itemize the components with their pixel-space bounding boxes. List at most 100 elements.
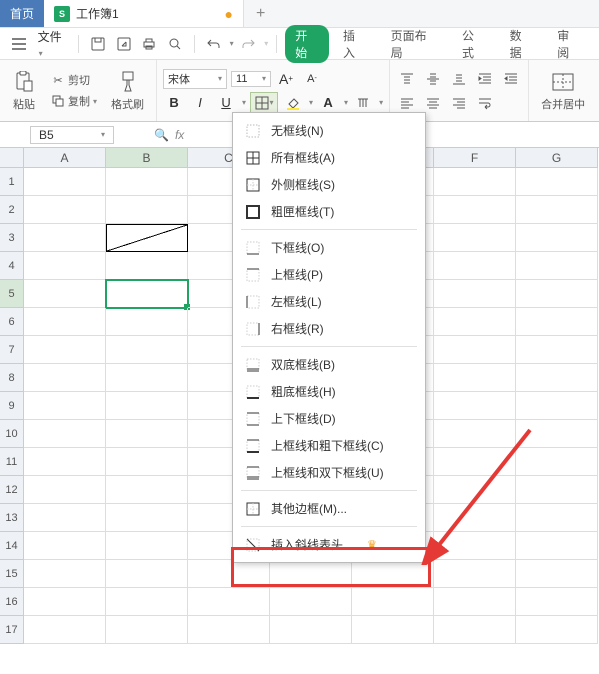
column-header[interactable]: B [106,148,188,168]
cell[interactable] [516,280,598,308]
row-header[interactable]: 10 [0,420,24,448]
cell[interactable] [352,560,434,588]
cell[interactable] [106,336,188,364]
decrease-font-button[interactable]: A- [301,68,323,90]
cell[interactable] [24,168,106,196]
cut-button[interactable]: ✂剪切 [46,70,101,90]
cell[interactable] [434,476,516,504]
borders-button[interactable]: ▾ [250,92,278,114]
cell[interactable] [516,448,598,476]
cell[interactable] [434,364,516,392]
cell[interactable] [352,616,434,644]
align-right-button[interactable] [448,92,470,114]
wrap-text-button[interactable] [474,92,496,114]
row-header[interactable]: 17 [0,616,24,644]
cell[interactable] [270,616,352,644]
cell[interactable] [434,168,516,196]
more-borders-item[interactable]: 其他边框(M)... [233,495,425,522]
no-border-item[interactable]: 无框线(N) [233,117,425,144]
row-header[interactable]: 6 [0,308,24,336]
column-header[interactable]: G [516,148,598,168]
cell[interactable] [106,308,188,336]
redo-icon[interactable] [238,33,260,55]
cell[interactable] [434,308,516,336]
top-double-bottom-item[interactable]: 上框线和双下框线(U) [233,459,425,486]
cell[interactable] [106,252,188,280]
cell[interactable] [24,504,106,532]
tab-document[interactable]: S 工作簿1 ● [44,0,244,27]
cell[interactable] [188,560,270,588]
cell[interactable] [24,532,106,560]
print-icon[interactable] [139,33,161,55]
cell[interactable] [434,336,516,364]
select-all-corner[interactable] [0,148,24,168]
zoom-icon[interactable]: 🔍 [154,128,169,142]
row-header[interactable]: 2 [0,196,24,224]
column-header[interactable]: A [24,148,106,168]
save-icon[interactable] [87,33,109,55]
cell[interactable] [516,252,598,280]
cell[interactable] [24,308,106,336]
print-preview-icon[interactable] [164,33,186,55]
fx-icon[interactable]: fx [175,128,184,142]
cell[interactable] [270,588,352,616]
italic-button[interactable]: I [189,92,211,114]
cell[interactable] [516,168,598,196]
row-header[interactable]: 7 [0,336,24,364]
cell[interactable] [106,476,188,504]
cell[interactable] [434,588,516,616]
add-tab-button[interactable]: + [244,5,277,23]
file-menu[interactable]: 文件▾ [34,28,71,59]
font-select[interactable]: 宋体▾ [163,69,227,89]
top-thick-bottom-item[interactable]: 上框线和粗下框线(C) [233,432,425,459]
cell[interactable] [516,196,598,224]
bold-button[interactable]: B [163,92,185,114]
copy-button[interactable]: 复制▾ [46,91,101,111]
cell[interactable] [24,364,106,392]
tab-page-layout[interactable]: 页面布局 [381,27,448,61]
merge-center-button[interactable]: 合并居中 [535,68,591,114]
cell[interactable] [434,420,516,448]
cell[interactable] [516,224,598,252]
top-border-item[interactable]: 上框线(P) [233,261,425,288]
row-header[interactable]: 13 [0,504,24,532]
cell[interactable] [106,616,188,644]
cell[interactable] [24,224,106,252]
cell[interactable] [270,560,352,588]
tab-review[interactable]: 审阅 [547,27,591,61]
cell[interactable] [516,560,598,588]
cell[interactable] [106,504,188,532]
cell[interactable] [106,224,188,252]
cell[interactable] [24,616,106,644]
row-header[interactable]: 1 [0,168,24,196]
row-header[interactable]: 9 [0,392,24,420]
cell[interactable] [24,280,106,308]
row-header[interactable]: 8 [0,364,24,392]
cell[interactable] [516,420,598,448]
align-left-button[interactable] [396,92,418,114]
left-border-item[interactable]: 左框线(L) [233,288,425,315]
cell[interactable] [434,532,516,560]
cell[interactable] [434,392,516,420]
underline-button[interactable]: U [215,92,237,114]
cell[interactable] [434,448,516,476]
paste-button[interactable]: 粘贴 [6,68,42,114]
cell[interactable] [434,196,516,224]
phonetic-button[interactable] [352,92,374,114]
column-header[interactable]: F [434,148,516,168]
align-top-button[interactable] [396,68,418,90]
cell[interactable] [24,336,106,364]
cell[interactable] [516,392,598,420]
cell[interactable] [24,448,106,476]
cell[interactable] [352,588,434,616]
indent-decrease-button[interactable] [500,68,522,90]
cell[interactable] [516,336,598,364]
cell[interactable] [24,392,106,420]
cell[interactable] [434,280,516,308]
cell[interactable] [188,616,270,644]
hamburger-icon[interactable] [8,33,30,55]
cell[interactable] [106,280,188,308]
increase-font-button[interactable]: A+ [275,68,297,90]
tab-home[interactable]: 首页 [0,0,44,27]
cell-reference-input[interactable]: B5▾ [30,126,114,144]
